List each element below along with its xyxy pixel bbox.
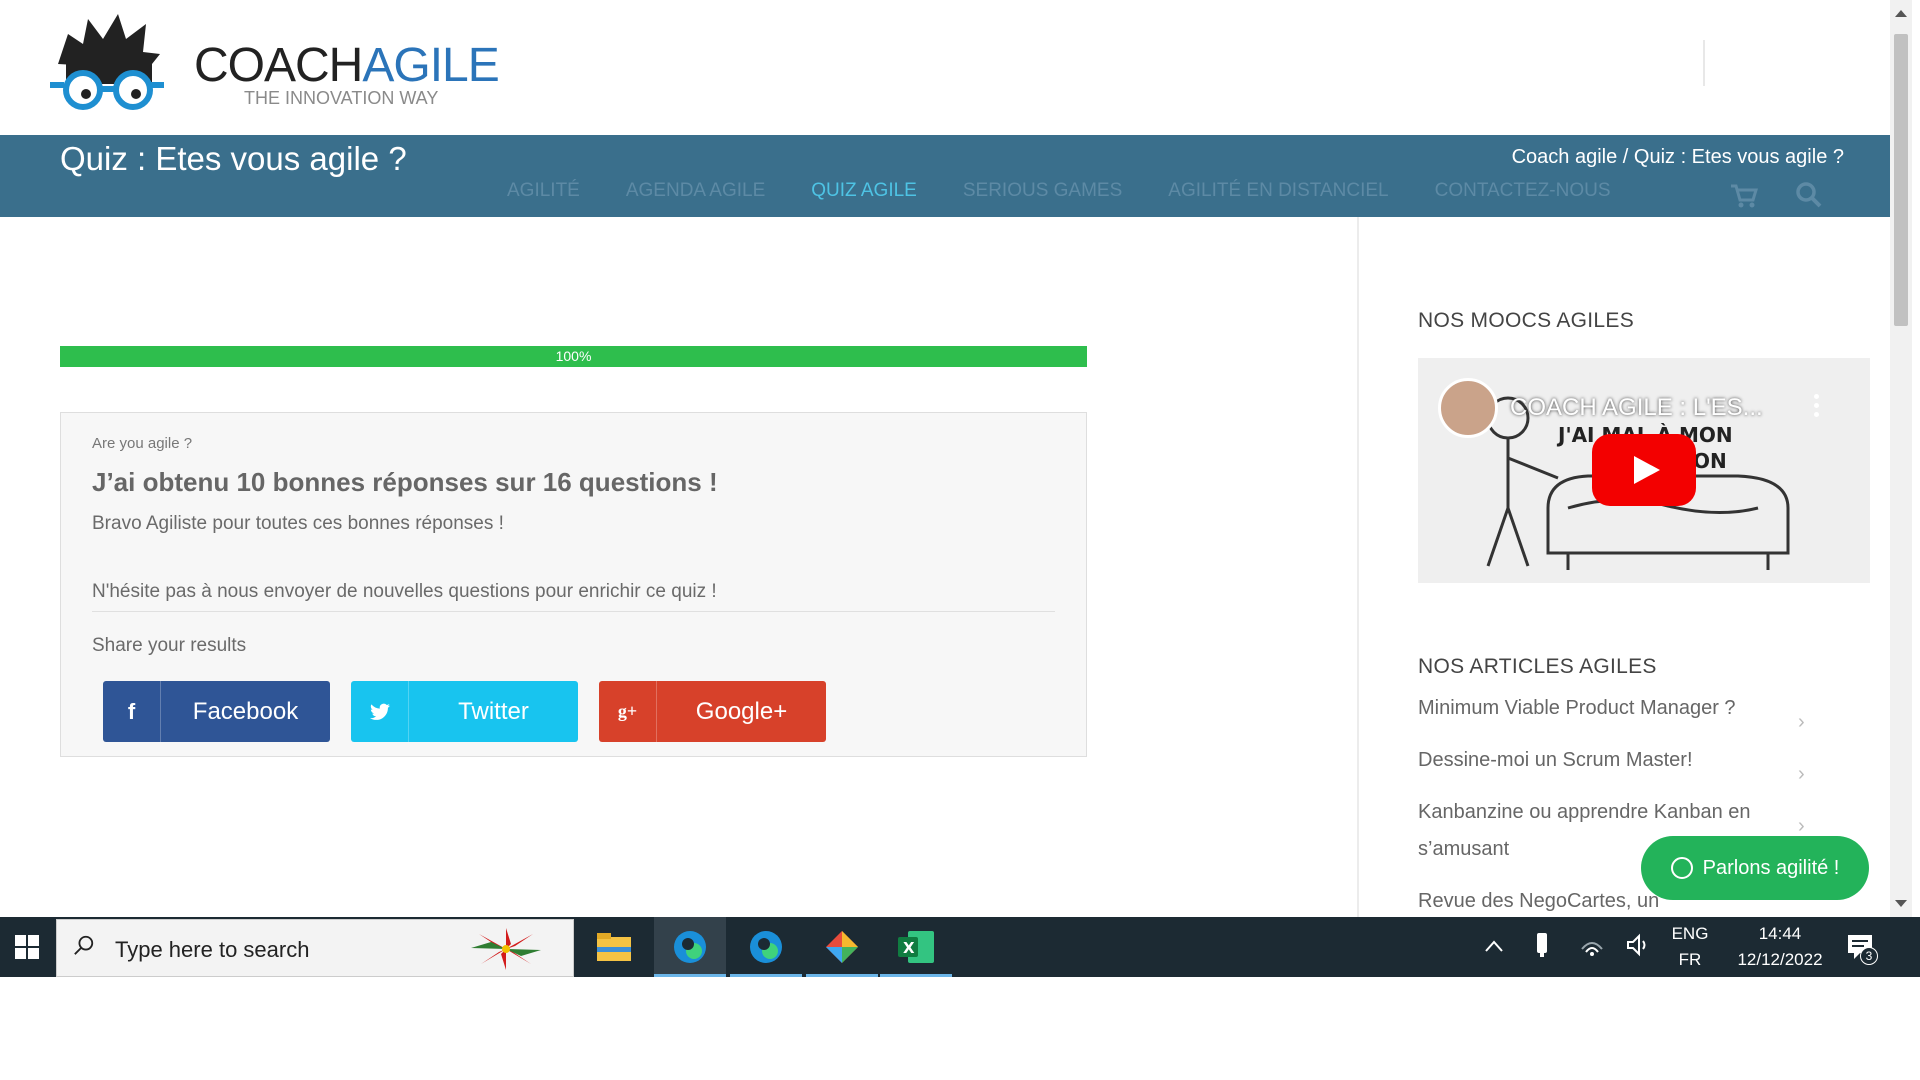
quiz-bravo-text: Bravo Agiliste pour toutes ces bonnes ré… [92,513,504,534]
nav-item-agilite-en-distanciel[interactable]: AGILITÉ EN DISTANCIEL [1168,180,1388,210]
logo-word-agile: AGILE [362,39,499,92]
svg-text:X: X [903,939,915,957]
quiz-progress-label: 100% [555,348,592,364]
moocs-heading: NOS MOOCS AGILES [1418,309,1635,332]
logo-mascot-icon [50,14,164,110]
windows-logo-icon [15,935,39,959]
nav-item-quiz-agile[interactable]: QUIZ AGILE [811,180,917,210]
nav-item-agenda-agile[interactable]: AGENDA AGILE [626,180,765,210]
file-explorer-app[interactable] [578,917,650,977]
facebook-icon: f [103,681,161,742]
blank-area-below-screen [0,977,1920,1080]
cart-icon[interactable] [1728,180,1758,210]
excel-icon: X [898,931,934,963]
file-explorer-icon [597,933,631,961]
quiz-progress-bar: 100% [60,346,1087,367]
chevron-right-icon: › [1798,763,1805,785]
sidebar-divider [1357,217,1359,917]
scroll-down-arrow-icon[interactable] [1895,900,1907,907]
breadcrumb[interactable]: Coach agile / Quiz : Etes vous agile ? [1512,146,1844,169]
taskbar-search-placeholder: Type here to search [115,937,310,962]
whatsapp-icon [1670,857,1693,879]
start-button[interactable] [0,917,54,977]
git-app[interactable] [806,917,878,977]
edge-browser-icon [674,931,706,963]
edge-app-active[interactable] [654,917,726,977]
nav-item-serious-games[interactable]: SERIOUS GAMES [963,180,1122,210]
article-link[interactable]: Minimum Viable Product Manager ? [1418,690,1778,727]
video-menu-icon[interactable] [1814,394,1820,418]
share-label: Share your results [92,635,247,656]
whatsapp-chat-button[interactable]: Parlons agilité ! [1641,836,1869,900]
volume-icon[interactable] [1626,933,1652,957]
logo-word-coach: COACH [194,39,363,92]
search-icon [74,935,94,955]
chevron-right-icon: › [1798,711,1805,733]
play-icon[interactable] [1592,434,1696,506]
edge-browser-icon [750,931,782,963]
edge-app[interactable] [730,917,802,977]
article-link[interactable]: Dessine-moi un Scrum Master! [1418,742,1778,779]
chat-button-label: Parlons agilité ! [1702,856,1840,879]
twitter-share-button[interactable]: Twitter [351,681,578,742]
youtube-video-embed[interactable]: J'AI MAL À MON ON COACH AGILE : L'ES... [1418,358,1870,583]
browser-page: COACHAGILE THE INNOVATION WAY Quiz : Ete… [0,0,1920,1080]
twitter-icon [351,681,409,742]
logo-tagline: THE INNOVATION WAY [244,88,439,108]
header-divider [1703,40,1705,86]
facebook-share-label: Facebook [192,697,299,725]
quiz-separator [92,611,1055,612]
quiz-result-box: Are you agile ? J’ai obtenu 10 bonnes ré… [60,412,1087,757]
clock-date[interactable]: 12/12/2022 [1720,950,1840,970]
video-caption-2: ON [1693,449,1727,473]
excel-app[interactable]: X [880,917,952,977]
poinsettia-icon [471,928,541,970]
colorful-diamond-app-icon [826,931,858,963]
google-plus-share-button[interactable]: g+ Google+ [599,681,826,742]
quiz-label: Are you agile ? [92,435,193,452]
taskbar-search-box[interactable]: Type here to search [56,919,574,977]
notification-count-badge: 3 [1860,947,1878,965]
language-indicator-top[interactable]: ENG [1667,924,1713,944]
site-header: COACHAGILE THE INNOVATION WAY [0,0,1890,135]
language-indicator-bottom[interactable]: FR [1667,950,1713,970]
windows-taskbar: Type here to search X ENG FR 14:44 12/12… [0,917,1920,977]
scrollbar-thumb[interactable] [1894,34,1908,326]
wifi-icon[interactable] [1580,933,1604,957]
scroll-up-arrow-icon[interactable] [1895,10,1907,17]
channel-avatar[interactable] [1438,378,1498,438]
site-logo[interactable]: COACHAGILE THE INNOVATION WAY [48,14,500,120]
page-scrollbar[interactable] [1890,0,1912,917]
nav-item-agilite[interactable]: AGILITÉ [507,180,580,210]
nav-item-contactez-nous[interactable]: CONTACTEZ-NOUS [1435,180,1611,210]
chevron-up-icon[interactable] [1484,939,1504,953]
video-title[interactable]: COACH AGILE : L'ES... [1510,394,1763,422]
quiz-invite-text: N'hésite pas à nous envoyer de nouvelles… [92,581,717,602]
chevron-right-icon: › [1798,815,1805,837]
main-nav: AGILITÉ AGENDA AGILE QUIZ AGILE SERIOUS … [507,180,1611,210]
search-icon[interactable] [1794,180,1824,210]
articles-heading: NOS ARTICLES AGILES [1418,655,1657,678]
clock-time[interactable]: 14:44 [1720,924,1840,944]
quiz-result: J’ai obtenu 10 bonnes réponses sur 16 qu… [92,467,718,497]
phone-icon[interactable] [1535,931,1549,959]
google-plus-share-label: Google+ [695,697,788,725]
twitter-share-label: Twitter [458,697,529,725]
page-title: Quiz : Etes vous agile ? [60,140,407,177]
google-plus-icon: g+ [599,681,657,742]
facebook-share-button[interactable]: f Facebook [103,681,330,742]
logo-wordmark: COACHAGILE [194,38,500,93]
